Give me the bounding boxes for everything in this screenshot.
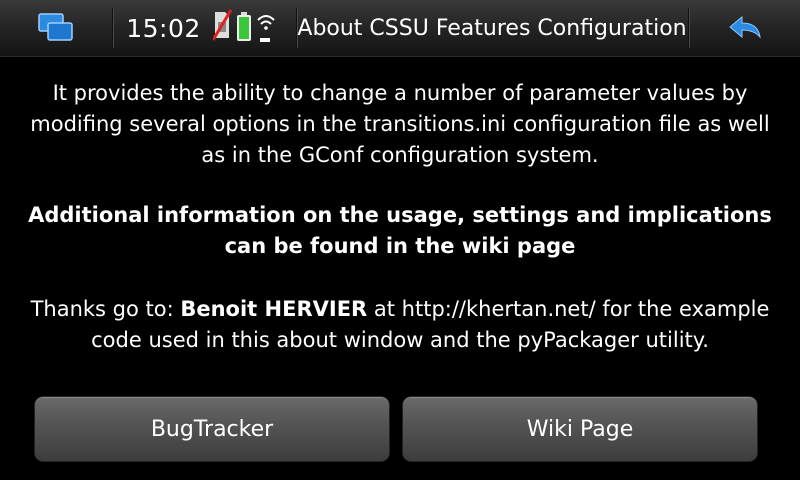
wifi-signal-icon xyxy=(257,15,275,42)
sim-card-icon xyxy=(212,9,233,41)
description-text: It provides the ability to change a numb… xyxy=(30,81,770,167)
clock: 15:02 xyxy=(126,13,201,43)
back-arrow-icon xyxy=(728,15,761,39)
title-bar: 15:02 About CSSU Features Configuration xyxy=(0,0,800,57)
status-area[interactable]: 15:02 xyxy=(113,0,296,56)
wiki-page-button[interactable]: Wiki Page xyxy=(402,396,758,462)
bugtracker-button[interactable]: BugTracker xyxy=(34,396,390,462)
window-title: About CSSU Features Configuration xyxy=(297,15,687,41)
status-indicators xyxy=(212,9,275,42)
battery-icon xyxy=(236,12,251,41)
task-switcher-button[interactable] xyxy=(0,0,112,56)
window-title-area[interactable]: About CSSU Features Configuration xyxy=(297,0,687,56)
task-switcher-icon xyxy=(38,13,73,41)
thanks-prefix: Thanks go to: xyxy=(30,297,181,321)
wiki-info-text: Additional information on the usage, set… xyxy=(28,203,772,258)
thanks-name: Benoit HERVIER xyxy=(180,297,368,321)
thanks-text: Thanks go to: Benoit HERVIER at http://k… xyxy=(20,294,780,356)
back-button[interactable] xyxy=(689,0,800,56)
